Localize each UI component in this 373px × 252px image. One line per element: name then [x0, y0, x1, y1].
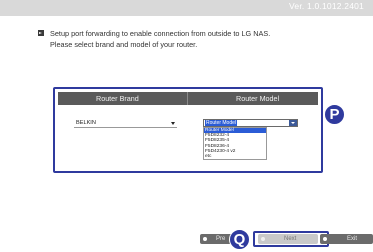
model-option[interactable]: etc: [204, 154, 266, 159]
previous-button-label: Pre: [216, 235, 226, 242]
next-button-highlight: [253, 231, 329, 247]
intro-line-2: Please select brand and model of your ro…: [50, 40, 198, 49]
header-divider: [187, 92, 188, 105]
router-selection-panel: Router Brand Router Model BELKIN Router …: [53, 87, 323, 173]
router-brand-value: BELKIN: [76, 120, 96, 126]
dropdown-arrow-icon[interactable]: [289, 120, 297, 126]
router-model-select[interactable]: Router Model: [203, 119, 298, 127]
exit-button[interactable]: Exit: [320, 234, 373, 244]
router-brand-select[interactable]: BELKIN: [74, 119, 177, 128]
annotation-badge-p: P: [324, 104, 345, 125]
router-model-dropdown-list: Router Model F5D8232-4 F5D8235-4 F5D8236…: [203, 127, 267, 161]
table-header: Router Brand Router Model: [58, 92, 318, 105]
router-brand-header: Router Brand: [96, 94, 139, 103]
bullet-arrow-icon: [38, 30, 44, 36]
intro-line-1: Setup port forwarding to enable connecti…: [50, 29, 271, 38]
annotation-badge-q: Q: [229, 229, 250, 250]
router-model-header: Router Model: [236, 94, 280, 103]
chevron-down-icon: [171, 122, 175, 125]
button-dot-icon: [203, 237, 207, 241]
exit-button-label: Exit: [347, 235, 358, 242]
router-model-value: Router Model: [205, 120, 238, 126]
button-dot-icon: [323, 237, 327, 241]
top-bar: Ver. 1.0.1012.2401: [0, 0, 373, 16]
version-label: Ver. 1.0.1012.2401: [289, 1, 364, 11]
